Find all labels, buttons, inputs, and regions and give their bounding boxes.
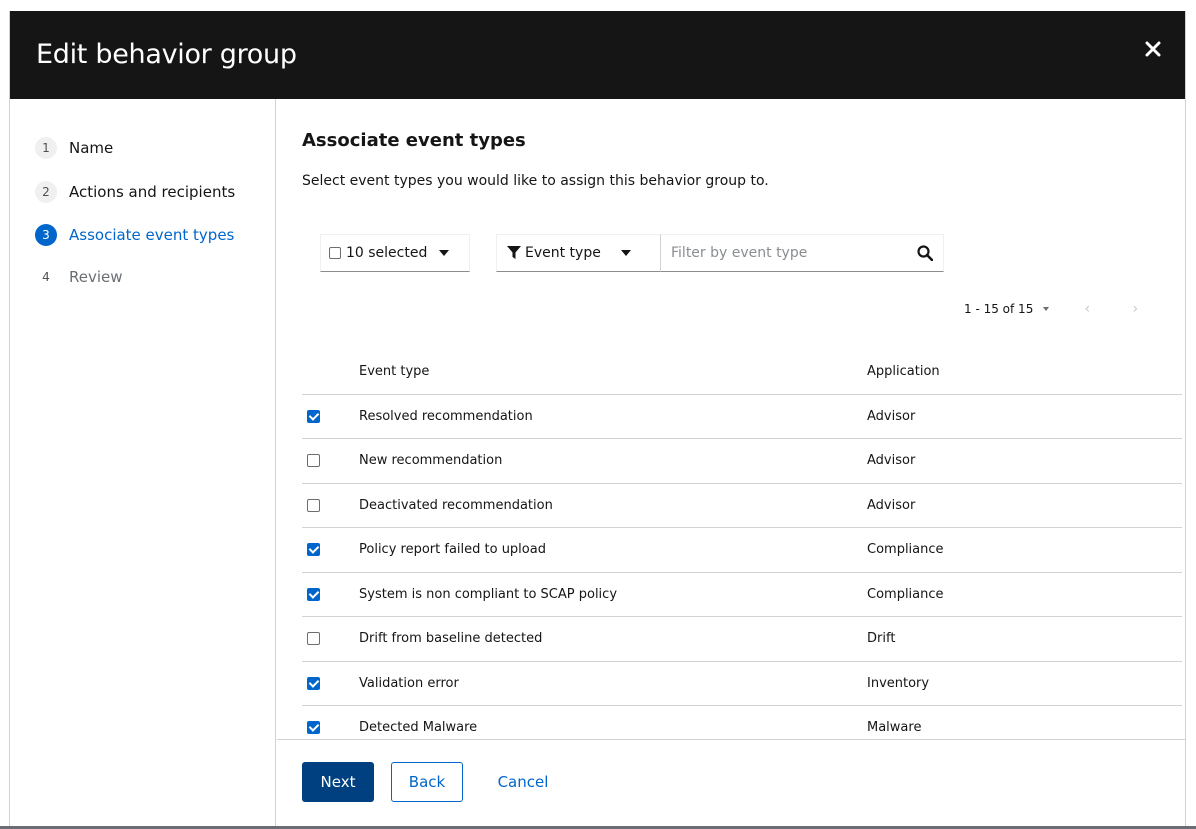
row-checkbox[interactable]: [307, 498, 320, 512]
row-checkbox[interactable]: [307, 632, 320, 646]
caret-down-icon: [620, 250, 631, 256]
step-label: Associate event types: [69, 226, 235, 244]
filter-search-box: [660, 234, 944, 272]
bulk-select-label: 10 selected: [346, 245, 428, 261]
row-select-cell: [302, 572, 359, 617]
step-number: 3: [35, 224, 57, 246]
step-label: Review: [69, 268, 123, 286]
event-type-cell: Policy report failed to upload: [359, 527, 867, 573]
next-page-button[interactable]: ›: [1125, 299, 1145, 319]
search-icon: [917, 244, 934, 261]
cancel-button[interactable]: Cancel: [487, 762, 559, 802]
step-number: 2: [35, 181, 57, 203]
table-row[interactable]: Policy report failed to upload Compliance: [302, 527, 1182, 573]
bulk-select-dropdown[interactable]: 10 selected: [320, 234, 470, 272]
event-type-column-header[interactable]: Event type: [359, 349, 867, 395]
pagination-toggle[interactable]: 1 - 15 of 15: [964, 302, 1050, 316]
event-type-cell: System is non compliant to SCAP policy: [359, 572, 867, 617]
row-select-cell: [302, 483, 359, 528]
modal-header: Edit behavior group: [10, 11, 1185, 99]
table-row[interactable]: System is non compliant to SCAP policy Co…: [302, 572, 1182, 617]
application-column-header[interactable]: Application: [867, 349, 1182, 395]
row-checkbox[interactable]: [307, 721, 320, 735]
row-select-cell: [302, 438, 359, 484]
application-cell: Drift: [867, 616, 1182, 662]
row-checkbox[interactable]: [307, 454, 320, 468]
application-cell: Advisor: [867, 394, 1182, 439]
wizard-nav: 1 Name 2 Actions and recipients 3 Associ…: [10, 99, 276, 829]
close-button[interactable]: [1141, 37, 1165, 61]
row-checkbox[interactable]: [307, 587, 320, 601]
wizard-step-associate-event-types[interactable]: 3 Associate event types: [35, 223, 234, 247]
step-number: 4: [42, 270, 50, 284]
application-cell: Advisor: [867, 438, 1182, 484]
table-body: Resolved recommendation Advisor New recomm…: [302, 394, 1182, 739]
row-select-cell: [302, 616, 359, 662]
event-types-table: Event type Application Resolved recommen…: [302, 349, 1182, 739]
table-row[interactable]: Deactivated recommendation Advisor: [302, 483, 1182, 528]
step-label: Name: [69, 139, 114, 157]
application-cell: Malware: [867, 705, 1182, 739]
table-row[interactable]: Resolved recommendation Advisor: [302, 394, 1182, 439]
pagination-label: 1 - 15 of 15: [964, 302, 1034, 316]
back-button[interactable]: Back: [391, 762, 463, 802]
row-select-cell: [302, 661, 359, 706]
table-row[interactable]: Drift from baseline detected Drift: [302, 616, 1182, 662]
filter-type-dropdown[interactable]: Event type: [496, 234, 660, 272]
pagination: 1 - 15 of 15 ‹ ›: [964, 299, 1145, 319]
table-row[interactable]: New recommendation Advisor: [302, 438, 1182, 484]
previous-page-button[interactable]: ‹: [1077, 299, 1097, 319]
filter-type-label: Event type: [525, 245, 601, 261]
event-type-cell: Drift from baseline detected: [359, 616, 867, 662]
table-header-row: Event type Application: [302, 349, 1182, 395]
edit-behavior-group-modal: Edit behavior group 1 Name 2 Actions and…: [9, 11, 1186, 829]
section-title: Associate event types: [302, 130, 526, 151]
wizard-footer: Next Back Cancel: [277, 739, 1185, 829]
application-cell: Compliance: [867, 527, 1182, 573]
wizard-main-content: Associate event types Select event types…: [277, 99, 1185, 739]
bulk-select-checkbox[interactable]: [329, 247, 341, 259]
next-button[interactable]: Next: [302, 762, 374, 802]
application-cell: Inventory: [867, 661, 1182, 706]
event-type-cell: New recommendation: [359, 438, 867, 484]
row-select-cell: [302, 527, 359, 573]
section-description: Select event types you would like to ass…: [302, 173, 769, 189]
row-checkbox[interactable]: [307, 676, 320, 690]
wizard-step-name[interactable]: 1 Name: [35, 136, 113, 160]
row-select-cell: [302, 705, 359, 739]
caret-down-icon: [1043, 307, 1050, 311]
caret-down-icon: [439, 250, 450, 256]
application-cell: Advisor: [867, 483, 1182, 528]
close-icon: [1145, 41, 1161, 57]
application-cell: Compliance: [867, 572, 1182, 617]
table-row[interactable]: Validation error Inventory: [302, 661, 1182, 706]
wizard-step-actions-and-recipients[interactable]: 2 Actions and recipients: [35, 180, 235, 204]
wizard-step-review[interactable]: 4 Review: [35, 265, 123, 289]
row-checkbox[interactable]: [307, 409, 320, 423]
row-checkbox[interactable]: [307, 543, 320, 557]
event-type-cell: Resolved recommendation: [359, 394, 867, 439]
event-type-cell: Deactivated recommendation: [359, 483, 867, 528]
filter-icon: [507, 246, 521, 259]
select-column-header: [302, 349, 359, 395]
table-row[interactable]: Detected Malware Malware: [302, 705, 1182, 739]
event-type-cell: Detected Malware: [359, 705, 867, 739]
search-button[interactable]: [915, 244, 935, 264]
modal-title: Edit behavior group: [36, 39, 297, 70]
filter-by-event-type-input[interactable]: [661, 235, 901, 271]
step-number: 1: [35, 137, 57, 159]
row-select-cell: [302, 394, 359, 439]
event-type-cell: Validation error: [359, 661, 867, 706]
step-label: Actions and recipients: [69, 183, 236, 201]
